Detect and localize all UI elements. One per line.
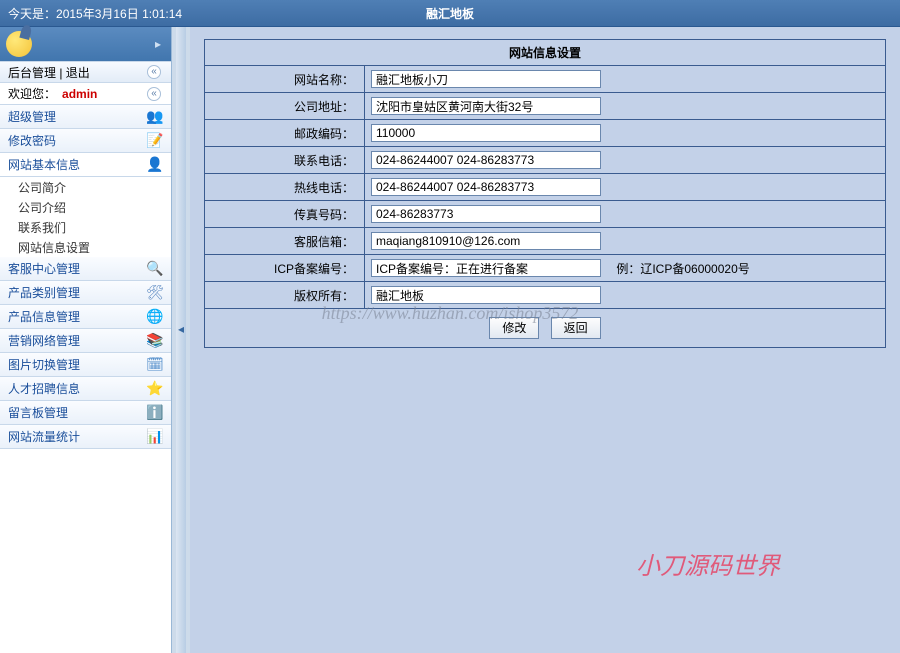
collapse-icon[interactable]: « xyxy=(147,87,161,101)
tools-icon: 🛠 xyxy=(147,285,163,301)
sub-site-settings[interactable]: 网站信息设置 xyxy=(0,237,171,257)
nav-traffic-stats[interactable]: 网站流量统计 📊 xyxy=(0,425,171,449)
nav-label: 图片切换管理 xyxy=(8,356,80,373)
expand-icon[interactable]: ▸ xyxy=(155,37,161,51)
star-person-icon: ⭐ xyxy=(147,381,163,397)
collapse-icon[interactable]: « xyxy=(147,65,161,79)
label-copyright: 版权所有： xyxy=(205,282,365,309)
logo-bar: ▸ xyxy=(0,27,171,61)
sub-label: 联系我们 xyxy=(18,219,66,236)
welcome-row: 欢迎您： admin « xyxy=(0,83,171,105)
form-title: 网站信息设置 xyxy=(205,40,886,66)
nav-label: 留言板管理 xyxy=(8,404,68,421)
manage-label: 后台管理 | 退出 xyxy=(8,64,90,81)
label-company-addr: 公司地址： xyxy=(205,93,365,120)
search-icon: 🔍 xyxy=(147,261,163,277)
back-button[interactable]: 返回 xyxy=(551,317,601,339)
settings-form: 网站信息设置 网站名称： 公司地址： 邮政编码： 联系电话： xyxy=(204,39,886,309)
label-fax: 传真号码： xyxy=(205,201,365,228)
input-cs-email[interactable] xyxy=(371,232,601,250)
username: admin xyxy=(62,87,97,101)
nav-product-info[interactable]: 产品信息管理 🌐 xyxy=(0,305,171,329)
input-postal[interactable] xyxy=(371,124,601,142)
nav-super-admin[interactable]: 超级管理 👥 xyxy=(0,105,171,129)
sub-label: 公司简介 xyxy=(18,179,66,196)
nav-product-category[interactable]: 产品类别管理 🛠 xyxy=(0,281,171,305)
label-site-name: 网站名称： xyxy=(205,66,365,93)
input-fax[interactable] xyxy=(371,205,601,223)
sub-company-brief[interactable]: 公司简介 xyxy=(0,177,171,197)
person-icon: 👤 xyxy=(147,157,163,173)
gear-people-icon: 👥 xyxy=(147,109,163,125)
books-icon: 📚 xyxy=(147,333,163,349)
sub-contact-us[interactable]: 联系我们 xyxy=(0,217,171,237)
nav-marketing-network[interactable]: 营销网络管理 📚 xyxy=(0,329,171,353)
bee-logo-icon xyxy=(6,31,32,57)
sub-label: 公司介绍 xyxy=(18,199,66,216)
top-bar: 融汇地板 今天是：2015年3月16日 1:01:14 xyxy=(0,0,900,27)
nav-change-password[interactable]: 修改密码 📝 xyxy=(0,129,171,153)
manage-header[interactable]: 后台管理 | 退出 « xyxy=(0,61,171,83)
input-company-addr[interactable] xyxy=(371,97,601,115)
sidebar: ▸ 后台管理 | 退出 « 欢迎您： admin « 超级管理 👥 修改密码 📝… xyxy=(0,27,172,653)
nav-site-info[interactable]: 网站基本信息 👤 xyxy=(0,153,171,177)
input-copyright[interactable] xyxy=(371,286,601,304)
button-row: 修改 返回 xyxy=(204,309,886,348)
nav-label: 超级管理 xyxy=(8,108,56,125)
nav-label: 修改密码 xyxy=(8,132,56,149)
nav-recruit[interactable]: 人才招聘信息 ⭐ xyxy=(0,377,171,401)
icp-hint: 例：辽ICP备06000020号 xyxy=(616,262,749,276)
nav-image-switch[interactable]: 图片切换管理 🗓 xyxy=(0,353,171,377)
sub-label: 网站信息设置 xyxy=(18,239,90,256)
nav-guestbook[interactable]: 留言板管理 ℹ️ xyxy=(0,401,171,425)
splitter-handle-icon[interactable]: ◂ xyxy=(177,322,185,338)
input-phone[interactable] xyxy=(371,151,601,169)
label-icp: ICP备案编号： xyxy=(205,255,365,282)
nav-label: 客服中心管理 xyxy=(8,260,80,277)
nav-cs-center[interactable]: 客服中心管理 🔍 xyxy=(0,257,171,281)
label-hotline: 热线电话： xyxy=(205,174,365,201)
globe-icon: 🌐 xyxy=(147,309,163,325)
nav-label: 产品类别管理 xyxy=(8,284,80,301)
info-icon: ℹ️ xyxy=(147,405,163,421)
nav-label: 营销网络管理 xyxy=(8,332,80,349)
label-phone: 联系电话： xyxy=(205,147,365,174)
label-postal: 邮政编码： xyxy=(205,120,365,147)
input-site-name[interactable] xyxy=(371,70,601,88)
chart-icon: 📊 xyxy=(147,429,163,445)
modify-button[interactable]: 修改 xyxy=(489,317,539,339)
input-hotline[interactable] xyxy=(371,178,601,196)
sub-company-intro[interactable]: 公司介绍 xyxy=(0,197,171,217)
nav-label: 网站流量统计 xyxy=(8,428,80,445)
nav-label: 产品信息管理 xyxy=(8,308,80,325)
input-icp[interactable] xyxy=(371,259,601,277)
label-cs-email: 客服信箱： xyxy=(205,228,365,255)
nav-label: 人才招聘信息 xyxy=(8,380,80,397)
welcome-label: 欢迎您： xyxy=(8,85,56,102)
splitter[interactable]: ◂ xyxy=(172,27,190,653)
calendar-icon: 🗓 xyxy=(147,357,163,373)
watermark-brand: 小刀源码世界 xyxy=(636,546,780,581)
nav-label: 网站基本信息 xyxy=(8,156,80,173)
main-panel: 网站信息设置 网站名称： 公司地址： 邮政编码： 联系电话： xyxy=(190,27,900,653)
edit-icon: 📝 xyxy=(147,133,163,149)
app-title: 融汇地板 xyxy=(0,5,900,22)
